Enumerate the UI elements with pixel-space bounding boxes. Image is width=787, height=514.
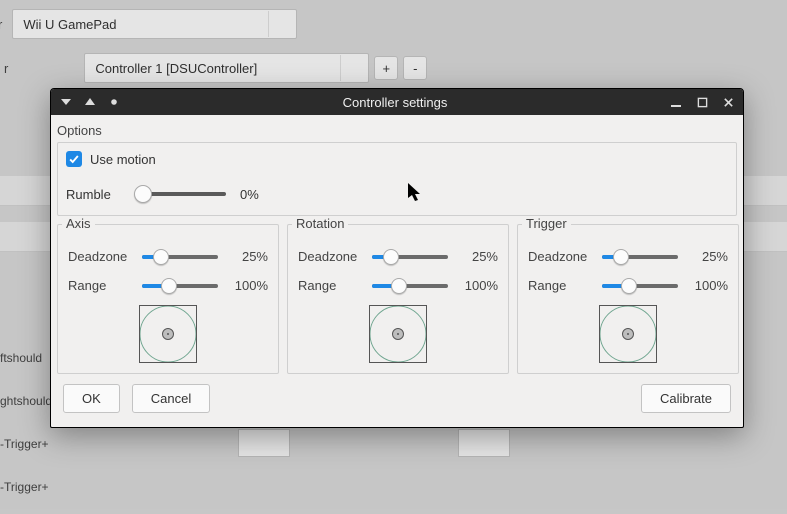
axis-fieldset: Axis Deadzone 25% Range 100% <box>57 224 279 374</box>
chevron-down-icon[interactable] <box>340 55 358 81</box>
rotation-legend: Rotation <box>292 216 348 231</box>
trigger-joystick-preview <box>599 305 657 363</box>
chevron-down-icon[interactable] <box>268 11 286 37</box>
axis-range-label: Range <box>68 278 134 293</box>
trigger-range-value: 100% <box>686 278 728 293</box>
remove-controller-button[interactable]: - <box>403 56 427 80</box>
trigger-range-label: Range <box>528 278 594 293</box>
rotation-range-value: 100% <box>456 278 498 293</box>
cancel-button[interactable]: Cancel <box>132 384 210 413</box>
use-motion-checkbox[interactable] <box>66 151 82 167</box>
rotation-fieldset: Rotation Deadzone 25% Range 100% <box>287 224 509 374</box>
rotation-range-label: Range <box>298 278 364 293</box>
bg-leftshoulder-label: ftshould <box>0 344 42 372</box>
window-menu-icon[interactable] <box>59 95 73 109</box>
options-box: Use motion Rumble 0% <box>57 142 737 216</box>
axis-deadzone-value: 25% <box>226 249 268 264</box>
rotation-deadzone-label: Deadzone <box>298 249 364 264</box>
trigger-deadzone-value: 25% <box>686 249 728 264</box>
maximize-icon[interactable] <box>695 95 709 109</box>
minimize-icon[interactable] <box>669 95 683 109</box>
dialog-title: Controller settings <box>121 95 669 110</box>
rotation-deadzone-slider[interactable] <box>372 255 448 259</box>
bg-rtriggerplus-label: -Trigger+ <box>0 473 49 501</box>
trigger-deadzone-slider[interactable] <box>602 255 678 259</box>
emulated-controller-value: Wii U GamePad <box>23 17 116 32</box>
use-motion-label: Use motion <box>90 152 156 167</box>
bg-cell[interactable] <box>238 429 290 457</box>
options-label: Options <box>57 123 737 138</box>
bg-controller-label: r <box>4 61 8 76</box>
rotation-deadzone-value: 25% <box>456 249 498 264</box>
axis-legend: Axis <box>62 216 95 231</box>
calibrate-button[interactable]: Calibrate <box>641 384 731 413</box>
rotation-range-slider[interactable] <box>372 284 448 288</box>
bg-cell[interactable] <box>458 429 510 457</box>
controller-dropdown[interactable]: Controller 1 [DSUController] <box>84 53 369 83</box>
add-controller-button[interactable]: + <box>374 56 398 80</box>
axis-deadzone-label: Deadzone <box>68 249 134 264</box>
controller-value: Controller 1 [DSUController] <box>95 61 257 76</box>
trigger-legend: Trigger <box>522 216 571 231</box>
rumble-slider[interactable] <box>136 185 226 203</box>
rotation-joystick-preview <box>369 305 427 363</box>
trigger-deadzone-label: Deadzone <box>528 249 594 264</box>
trigger-range-slider[interactable] <box>602 284 678 288</box>
bg-rightshoulder-label: ghtshould <box>0 387 52 415</box>
trigger-fieldset: Trigger Deadzone 25% Range 100% <box>517 224 739 374</box>
rumble-value: 0% <box>240 187 259 202</box>
axis-range-slider[interactable] <box>142 284 218 288</box>
titlebar[interactable]: Controller settings <box>51 89 743 115</box>
controller-settings-dialog: Controller settings Options Use motion <box>50 88 744 428</box>
window-pin-icon[interactable] <box>107 95 121 109</box>
emulated-controller-dropdown[interactable]: Wii U GamePad <box>12 9 297 39</box>
axis-deadzone-slider[interactable] <box>142 255 218 259</box>
axis-joystick-preview <box>139 305 197 363</box>
close-icon[interactable] <box>721 95 735 109</box>
rumble-label: Rumble <box>66 187 122 202</box>
bg-ltriggerplus-label: -Trigger+ <box>0 430 49 458</box>
axis-range-value: 100% <box>226 278 268 293</box>
window-up-icon[interactable] <box>83 95 97 109</box>
bg-emulated-controller-label: d controller <box>0 17 2 32</box>
ok-button[interactable]: OK <box>63 384 120 413</box>
